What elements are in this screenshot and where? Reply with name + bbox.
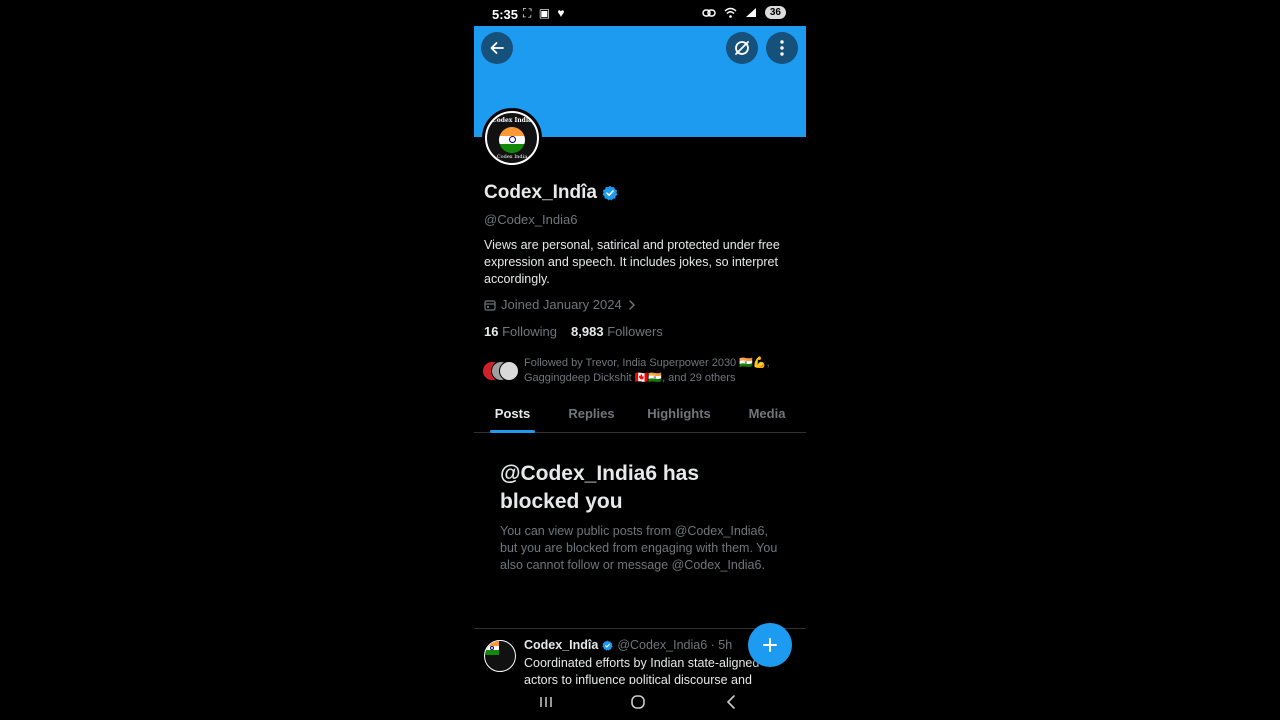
tab-highlights[interactable]: Highlights — [645, 398, 713, 433]
india-flag-icon — [485, 641, 499, 655]
following-label: Following — [502, 324, 558, 339]
grok-icon — [735, 41, 749, 55]
joined-date: Joined January 2024 — [501, 297, 622, 312]
followers-link[interactable]: 8,983 Followers — [571, 324, 663, 339]
back-button[interactable] — [481, 32, 513, 64]
plus-icon — [763, 638, 777, 652]
avatar-image: Codex India Codex India — [485, 111, 539, 165]
system-back-button[interactable] — [719, 692, 743, 712]
home-button[interactable] — [626, 692, 650, 712]
tweet-text: Coordinated efforts by Indian state-alig… — [524, 656, 760, 684]
follower-avatar — [499, 361, 519, 381]
profile-name-row: Codex_Indîa — [484, 182, 618, 204]
followers-label: Followers — [607, 324, 663, 339]
follower-avatars — [482, 361, 520, 383]
link-icon — [702, 8, 716, 17]
following-link[interactable]: 16 Following — [484, 324, 557, 339]
follow-stats: 16 Following 8,983 Followers — [484, 324, 663, 339]
tweet-meta: @Codex_India6 · 5h — [617, 638, 733, 652]
profile-avatar[interactable]: Codex India Codex India — [482, 108, 542, 168]
joined-date-row[interactable]: Joined January 2024 — [484, 297, 637, 312]
profile-handle: @Codex_India6 — [484, 212, 578, 227]
tweet-author-name: Codex_Indîa — [524, 638, 599, 652]
tab-posts[interactable]: Posts — [490, 398, 535, 433]
tweet-header: Codex_Indîa @Codex_India6 · 5h — [524, 638, 732, 652]
phone-screen: 5:35 ⛶ ▣ ♥ 36 Codex India Codex India Co… — [474, 0, 806, 720]
grok-button[interactable] — [726, 32, 758, 64]
wifi-icon — [724, 7, 737, 18]
chevron-right-icon — [629, 299, 635, 310]
battery-indicator: 36 — [764, 6, 786, 19]
calendar-icon — [484, 299, 496, 311]
profile-tabs: Posts Replies Highlights Media — [474, 398, 806, 433]
system-nav-bar — [474, 684, 806, 720]
india-flag-icon — [499, 127, 525, 153]
profile-bio: Views are personal, satirical and protec… — [484, 238, 780, 286]
recents-button[interactable] — [534, 692, 558, 712]
status-time: 5:35 — [492, 7, 519, 22]
status-right-icons: 36 — [702, 6, 786, 19]
chevron-left-icon — [726, 695, 735, 709]
verified-badge-icon[interactable] — [602, 185, 618, 201]
home-icon — [631, 695, 645, 709]
verified-badge-icon — [602, 640, 613, 651]
profile-display-name: Codex_Indîa — [484, 182, 597, 203]
followed-by-row[interactable]: Followed by Trevor, India Superpower 203… — [482, 356, 800, 386]
signal-icon — [745, 8, 756, 17]
tweet-avatar[interactable] — [484, 640, 516, 672]
more-options-button[interactable] — [766, 32, 798, 64]
following-count: 16 — [484, 324, 499, 339]
recents-icon — [540, 697, 552, 707]
tab-replies[interactable]: Replies — [566, 398, 617, 433]
followers-count: 8,983 — [571, 324, 604, 339]
more-vertical-icon — [780, 40, 784, 56]
arrow-left-icon — [490, 42, 504, 54]
avatar-text-top: Codex India — [492, 117, 532, 124]
followed-by-text: Followed by Trevor, India Superpower 203… — [524, 357, 770, 384]
status-bar: 5:35 ⛶ ▣ ♥ 36 — [474, 0, 806, 26]
avatar-text-bottom: Codex India — [496, 154, 528, 160]
status-left-icons: ⛶ ▣ ♥ — [523, 6, 567, 20]
tab-media[interactable]: Media — [746, 398, 788, 433]
blocked-title: @Codex_India6 has blocked you — [500, 462, 700, 513]
blocked-description: You can view public posts from @Codex_In… — [500, 524, 778, 572]
compose-button[interactable] — [748, 623, 792, 667]
